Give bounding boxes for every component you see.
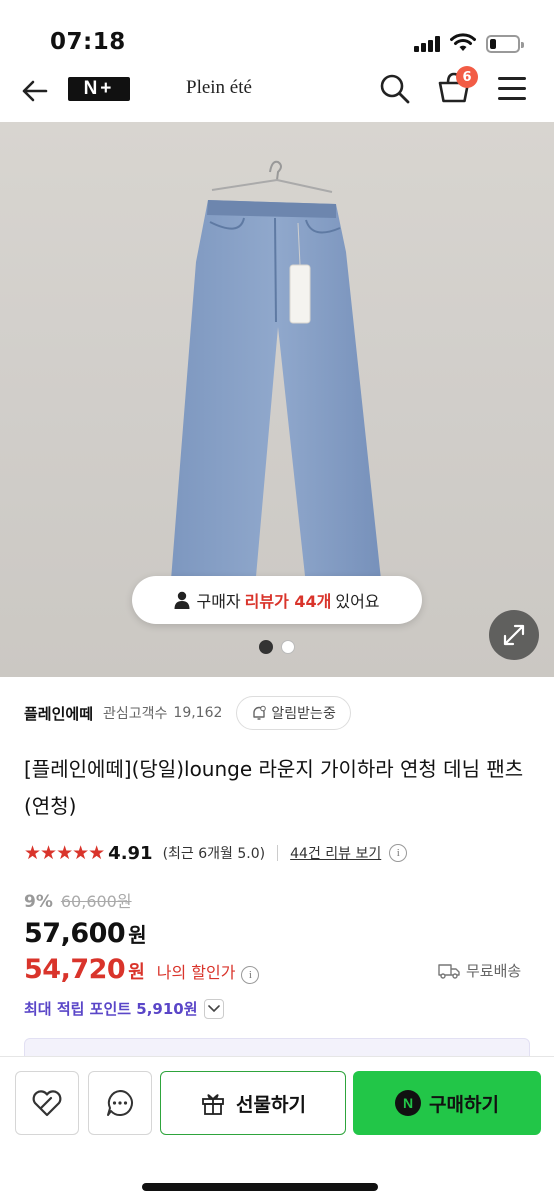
rating-recent: (최근 6개월 5.0): [162, 846, 266, 862]
gift-button[interactable]: 선물하기: [160, 1071, 346, 1135]
truck-icon: [438, 963, 460, 979]
original-price: 60,600원: [60, 892, 132, 911]
gallery-pagination: [0, 640, 554, 654]
my-price-row: 54,720 원 나의 할인가 i: [24, 954, 260, 985]
chevron-down-icon: [207, 1004, 220, 1012]
chat-bubble-icon: [107, 1090, 133, 1116]
alert-button-label: 알림받는중: [271, 706, 336, 722]
person-icon: [174, 591, 190, 609]
review-link[interactable]: 44건 리뷰 보기: [290, 843, 381, 863]
points-row: 최대 적립 포인트 5,910원: [24, 998, 224, 1019]
interest-label: 관심고객수: [103, 706, 168, 722]
rating-stars: ★★★★★: [24, 842, 105, 864]
battery-icon: [486, 35, 524, 53]
menu-icon[interactable]: [496, 74, 528, 102]
product-image[interactable]: 구매자 리뷰가 44개 있어요: [0, 122, 554, 677]
discount-row: 9% 60,600원: [24, 888, 132, 912]
shipping-label: 무료배송: [466, 962, 522, 980]
app-header: N+ Plein été 6: [0, 66, 554, 122]
bell-icon: [253, 705, 267, 720]
review-pill-suffix: 있어요: [335, 592, 380, 611]
store-brand-name[interactable]: Plein été: [186, 77, 252, 99]
shipping-info: 무료배송: [438, 960, 521, 981]
my-discount-price-unit: 원: [128, 962, 145, 983]
gallery-dot-1[interactable]: [259, 640, 273, 654]
gallery-dot-2[interactable]: [281, 640, 295, 654]
wishlist-button[interactable]: [15, 1071, 79, 1135]
discount-info-icon[interactable]: i: [241, 966, 260, 984]
max-points: 최대 적립 포인트 5,910원: [24, 1000, 198, 1018]
wifi-icon: [450, 33, 476, 51]
buy-button-label: 구매하기: [429, 1093, 499, 1116]
review-pill-prefix: 구매자: [196, 592, 241, 611]
cellular-signal-icon: [414, 36, 440, 52]
npay-icon: N: [395, 1090, 422, 1116]
sale-price-unit: 원: [128, 923, 147, 947]
talk-chat-button[interactable]: [88, 1071, 152, 1135]
status-time: 07:18: [50, 29, 126, 55]
shop-info-row: 플레인에떼 관심고객수 19,162 알림받는중: [24, 696, 534, 730]
bottom-action-bar: 선물하기 N 구매하기: [0, 1056, 554, 1200]
rating-divider: [277, 845, 279, 861]
sale-price: 57,600: [24, 918, 126, 949]
product-title: [플레인에떼](당일)lounge 라운지 가이하라 연청 데님 팬츠 (연청): [24, 757, 524, 818]
points-expand-button[interactable]: [203, 998, 224, 1019]
alert-subscribe-button[interactable]: 알림받는중: [236, 696, 351, 730]
discount-rate: 9%: [24, 892, 53, 912]
shop-name[interactable]: 플레인에떼: [24, 703, 93, 724]
review-pill-highlight: 리뷰가 44개: [244, 592, 332, 611]
nplus-logo[interactable]: N+: [68, 77, 130, 101]
my-discount-label: 나의 할인가: [156, 963, 236, 982]
buyer-review-pill[interactable]: 구매자 리뷰가 44개 있어요: [132, 576, 422, 624]
buy-button[interactable]: N 구매하기: [353, 1071, 541, 1135]
gift-button-label: 선물하기: [236, 1093, 306, 1116]
gift-icon: [202, 1094, 224, 1115]
heart-icon: [32, 1090, 62, 1117]
my-discount-price: 54,720: [24, 954, 126, 985]
info-icon[interactable]: i: [389, 844, 408, 862]
rating-value: 4.91: [108, 842, 153, 864]
home-indicator: [142, 1183, 378, 1191]
cart-count-badge: 6: [456, 66, 478, 88]
sale-price-row: 57,600 원: [24, 918, 147, 949]
search-icon[interactable]: [378, 72, 412, 106]
back-arrow-icon[interactable]: [18, 74, 52, 108]
rating-row: ★★★★★ 4.91 (최근 6개월 5.0) 44건 리뷰 보기 i: [24, 840, 408, 866]
status-bar: 07:18: [0, 0, 554, 66]
interest-count: 19,162: [173, 705, 223, 721]
